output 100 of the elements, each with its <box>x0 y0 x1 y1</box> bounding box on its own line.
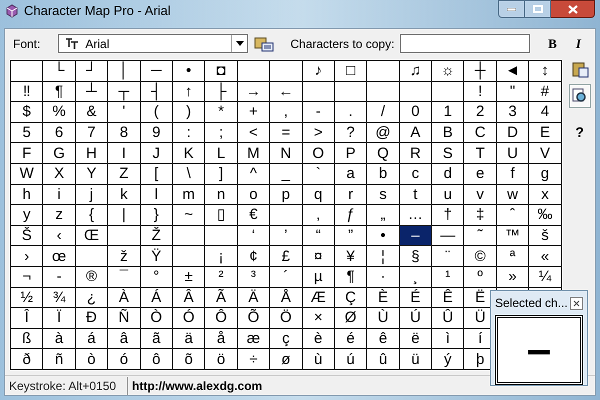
character-cell[interactable]: P <box>334 143 368 164</box>
character-cell[interactable]: Ê <box>432 288 464 308</box>
character-cell[interactable]: L <box>205 143 238 164</box>
character-cell[interactable]: X <box>43 164 76 185</box>
character-cell[interactable]: À <box>108 288 141 308</box>
character-cell[interactable]: ª <box>496 246 530 267</box>
character-cell[interactable]: ¢ <box>238 246 270 267</box>
character-cell[interactable] <box>367 82 400 102</box>
character-cell[interactable]: 2 <box>464 102 497 123</box>
character-cell[interactable]: n <box>205 184 238 206</box>
character-cell[interactable]: ˆ <box>496 205 530 226</box>
character-cell[interactable]: ú <box>334 349 368 370</box>
help-button[interactable]: ? <box>575 122 584 143</box>
character-cell[interactable]: ♫ <box>400 61 432 82</box>
character-cell[interactable]: † <box>432 205 464 226</box>
character-cell[interactable] <box>270 205 303 226</box>
character-cell[interactable]: u <box>432 184 464 206</box>
character-cell[interactable] <box>205 226 238 246</box>
character-cell[interactable] <box>432 82 464 102</box>
character-cell[interactable]: @ <box>367 122 400 144</box>
character-cell[interactable]: Q <box>367 143 400 164</box>
character-cell[interactable] <box>76 246 108 267</box>
character-cell[interactable]: ~ <box>172 205 206 226</box>
character-cell[interactable]: ² <box>205 266 238 288</box>
character-cell[interactable]: ® <box>76 266 108 288</box>
character-cell[interactable]: Â <box>172 288 206 308</box>
character-cell[interactable]: • <box>367 226 400 246</box>
character-cell[interactable]: á <box>76 328 108 350</box>
character-cell[interactable]: µ <box>302 266 335 288</box>
character-cell[interactable]: ☼ <box>432 61 464 82</box>
character-cell[interactable]: : <box>172 122 206 144</box>
character-cell[interactable] <box>270 61 303 82</box>
character-cell[interactable]: C <box>464 122 497 144</box>
character-cell[interactable]: T <box>464 143 497 164</box>
character-cell[interactable]: ˜ <box>464 226 497 246</box>
character-cell[interactable]: a <box>334 164 368 185</box>
character-cell[interactable]: ƒ <box>334 205 368 226</box>
character-cell[interactable]: £ <box>270 246 303 267</box>
character-cell[interactable]: S <box>432 143 464 164</box>
character-cell[interactable] <box>238 61 270 82</box>
character-cell[interactable] <box>108 226 141 246</box>
character-cell[interactable]: 3 <box>496 102 530 123</box>
character-cell[interactable]: ý <box>432 349 464 370</box>
character-cell[interactable]: ┤ <box>140 82 173 102</box>
character-cell[interactable]: & <box>76 102 108 123</box>
character-cell[interactable]: ê <box>367 328 400 350</box>
character-cell[interactable]: š <box>529 226 562 246</box>
character-cell[interactable]: Û <box>432 308 464 329</box>
character-cell[interactable]: j <box>76 184 108 206</box>
character-cell[interactable]: ¿ <box>76 288 108 308</box>
character-cell[interactable]: ↑ <box>172 82 206 102</box>
minimize-button[interactable] <box>498 0 525 18</box>
character-cell[interactable]: ├ <box>205 82 238 102</box>
character-cell[interactable]: Ï <box>43 308 76 329</box>
character-cell[interactable]: ø <box>270 349 303 370</box>
character-cell[interactable]: ' <box>108 102 141 123</box>
character-cell[interactable]: Æ <box>302 288 335 308</box>
character-cell[interactable]: i <box>43 184 76 206</box>
character-cell[interactable]: Ó <box>172 308 206 329</box>
character-cell[interactable]: ¼ <box>529 266 562 288</box>
character-cell[interactable]: ¯ <box>108 266 141 288</box>
character-cell[interactable]: b <box>367 164 400 185</box>
character-cell[interactable]: G <box>43 143 76 164</box>
character-cell[interactable] <box>11 61 44 82</box>
character-cell[interactable]: \ <box>172 164 206 185</box>
character-cell[interactable]: ü <box>400 349 432 370</box>
character-cell[interactable]: ¡ <box>205 246 238 267</box>
character-cell[interactable]: · <box>367 266 400 288</box>
close-button[interactable] <box>570 296 583 310</box>
website-link[interactable]: http://www.alexdg.com <box>127 376 262 394</box>
font-dropdown[interactable]: Arial <box>58 34 248 53</box>
bold-button[interactable]: B <box>544 34 560 54</box>
character-cell[interactable]: å <box>205 328 238 350</box>
character-cell[interactable]: ♪ <box>302 61 335 82</box>
character-cell[interactable]: Ú <box>400 308 432 329</box>
character-cell[interactable]: ( <box>140 102 173 123</box>
character-cell[interactable]: é <box>334 328 368 350</box>
character-cell[interactable]: p <box>270 184 303 206</box>
character-cell[interactable]: m <box>172 184 206 206</box>
character-cell[interactable]: R <box>400 143 432 164</box>
character-cell[interactable] <box>334 82 368 102</box>
character-cell[interactable]: É <box>400 288 432 308</box>
character-cell[interactable]: B <box>432 122 464 144</box>
character-cell[interactable]: ù <box>302 349 335 370</box>
character-cell[interactable]: ┬ <box>108 82 141 102</box>
character-cell[interactable]: Ç <box>334 288 368 308</box>
character-cell[interactable]: “ <box>302 226 335 246</box>
character-cell[interactable]: û <box>367 349 400 370</box>
character-cell[interactable]: t <box>400 184 432 206</box>
character-cell[interactable]: % <box>43 102 76 123</box>
character-cell[interactable]: Á <box>140 288 173 308</box>
character-cell[interactable]: ð <box>11 349 44 370</box>
character-cell[interactable]: ‘ <box>238 226 270 246</box>
character-cell[interactable]: ± <box>172 266 206 288</box>
character-cell[interactable]: ½ <box>11 288 44 308</box>
character-cell[interactable] <box>302 82 335 102</box>
search-button[interactable] <box>568 84 591 108</box>
character-cell[interactable]: c <box>400 164 432 185</box>
character-cell[interactable]: › <box>11 246 44 267</box>
character-cell[interactable]: U <box>496 143 530 164</box>
